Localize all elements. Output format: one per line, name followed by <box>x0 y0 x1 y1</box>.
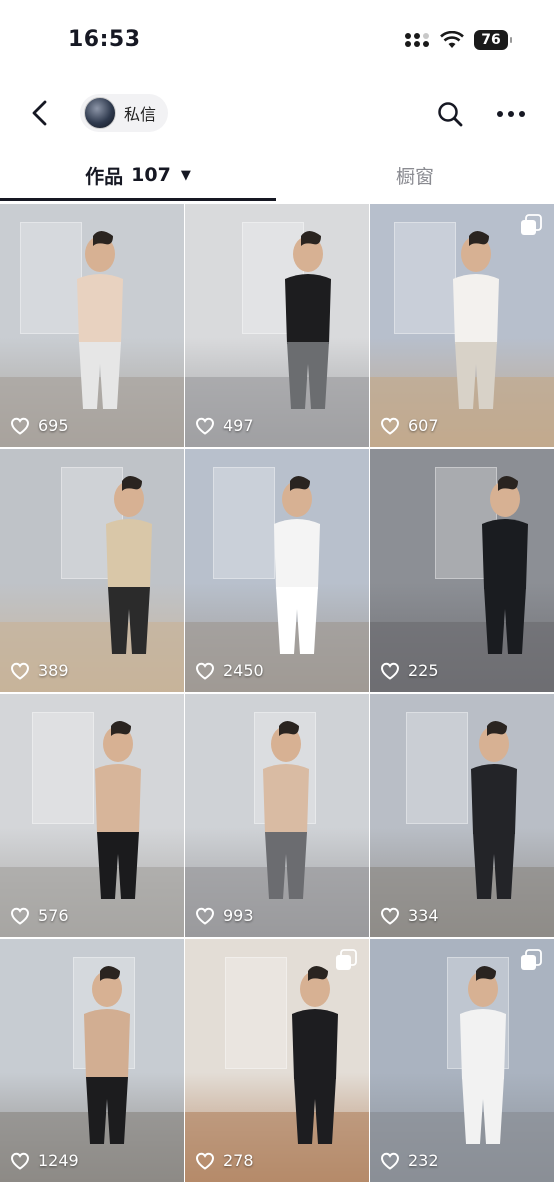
heart-icon <box>380 662 400 680</box>
like-count: 607 <box>380 416 439 435</box>
person-figure <box>77 231 123 409</box>
person-figure <box>84 966 130 1144</box>
cellular-signal-icon <box>405 33 429 47</box>
like-count: 993 <box>195 906 254 925</box>
heart-icon <box>10 907 30 925</box>
heart-icon <box>380 1152 400 1170</box>
like-count: 278 <box>195 1151 254 1170</box>
like-count-value: 232 <box>408 1151 439 1170</box>
video-thumbnail[interactable]: 695 <box>0 204 184 447</box>
person-figure <box>482 476 528 654</box>
works-count: 107 <box>131 164 171 186</box>
heart-icon <box>10 1152 30 1170</box>
multi-image-icon <box>521 949 542 970</box>
like-count-value: 2450 <box>223 661 264 680</box>
tab-works[interactable]: 作品 107 ▼ <box>0 148 276 202</box>
avatar <box>84 97 116 129</box>
video-thumbnail[interactable]: 2450 <box>185 449 369 692</box>
private-message-button[interactable]: 私信 <box>80 94 169 132</box>
video-thumbnail[interactable]: 389 <box>0 449 184 692</box>
person-figure <box>453 231 499 409</box>
like-count: 1249 <box>10 1151 79 1170</box>
like-count: 389 <box>10 661 69 680</box>
back-arrow-icon[interactable] <box>26 98 56 128</box>
multi-image-icon <box>521 214 542 235</box>
person-figure <box>263 721 309 899</box>
like-count-value: 695 <box>38 416 69 435</box>
heart-icon <box>10 662 30 680</box>
like-count: 225 <box>380 661 439 680</box>
sort-dropdown-icon[interactable]: ▼ <box>181 168 191 183</box>
person-figure <box>460 966 506 1144</box>
person-figure <box>471 721 517 899</box>
private-message-label: 私信 <box>124 105 157 124</box>
tab-shop-label: 橱窗 <box>395 165 434 188</box>
like-count: 695 <box>10 416 69 435</box>
heart-icon <box>195 907 215 925</box>
like-count-value: 334 <box>408 906 439 925</box>
like-count: 334 <box>380 906 439 925</box>
multi-image-icon <box>336 949 357 970</box>
like-count-value: 389 <box>38 661 69 680</box>
like-count-value: 993 <box>223 906 254 925</box>
heart-icon <box>195 417 215 435</box>
heart-icon <box>195 662 215 680</box>
wifi-icon <box>440 31 464 48</box>
more-options-icon[interactable] <box>496 102 526 126</box>
heart-icon <box>380 907 400 925</box>
video-thumbnail[interactable]: 334 <box>370 694 554 937</box>
video-thumbnail[interactable]: 278 <box>185 939 369 1182</box>
active-tab-indicator <box>0 198 276 201</box>
battery-level: 76 <box>481 32 501 48</box>
video-thumbnail[interactable]: 993 <box>185 694 369 937</box>
search-icon[interactable] <box>436 100 464 128</box>
like-count-value: 1249 <box>38 1151 79 1170</box>
video-thumbnail[interactable]: 576 <box>0 694 184 937</box>
heart-icon <box>380 417 400 435</box>
like-count-value: 225 <box>408 661 439 680</box>
like-count-value: 576 <box>38 906 69 925</box>
like-count-value: 607 <box>408 416 439 435</box>
top-nav-bar: 私信 <box>0 88 554 140</box>
video-thumbnail[interactable]: 607 <box>370 204 554 447</box>
person-figure <box>274 476 320 654</box>
video-grid: 695 497 607 389 2450 225 576 993 334 1249 278 232 <box>0 204 554 1200</box>
heart-icon <box>195 1152 215 1170</box>
person-figure <box>95 721 141 899</box>
person-figure <box>285 231 331 409</box>
status-bar: 16:53 76 <box>0 0 554 82</box>
like-count-value: 278 <box>223 1151 254 1170</box>
video-thumbnail[interactable]: 1249 <box>0 939 184 1182</box>
status-time: 16:53 <box>68 27 141 52</box>
like-count: 232 <box>380 1151 439 1170</box>
video-thumbnail[interactable]: 232 <box>370 939 554 1182</box>
heart-icon <box>10 417 30 435</box>
tab-works-label: 作品 <box>85 165 124 188</box>
like-count: 2450 <box>195 661 264 680</box>
like-count-value: 497 <box>223 416 254 435</box>
like-count: 576 <box>10 906 69 925</box>
tab-shop-window[interactable]: 橱窗 <box>276 148 554 202</box>
profile-tabs: 作品 107 ▼ 橱窗 <box>0 148 554 202</box>
status-icons: 76 <box>404 30 512 50</box>
person-figure <box>292 966 338 1144</box>
battery-icon: 76 <box>474 30 512 50</box>
video-thumbnail[interactable]: 497 <box>185 204 369 447</box>
like-count: 497 <box>195 416 254 435</box>
video-thumbnail[interactable]: 225 <box>370 449 554 692</box>
person-figure <box>106 476 152 654</box>
